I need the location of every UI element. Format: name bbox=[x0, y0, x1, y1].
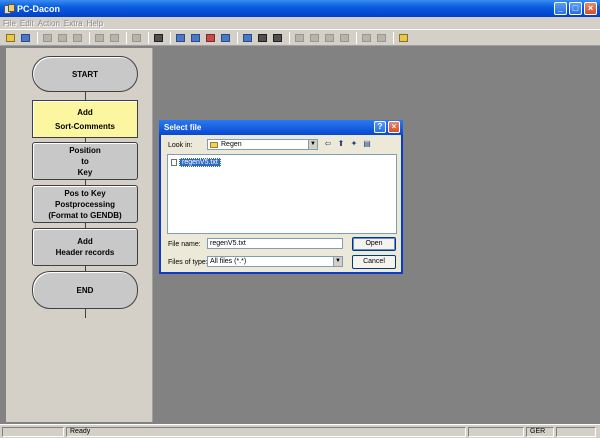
list-d-icon[interactable] bbox=[338, 32, 351, 44]
file-type-label: Files of type: bbox=[168, 259, 208, 266]
folder-icon bbox=[210, 141, 218, 148]
maximize-button[interactable]: □ bbox=[569, 2, 582, 15]
align-center-icon[interactable] bbox=[256, 32, 269, 44]
flow-step-4-icon[interactable] bbox=[219, 32, 232, 44]
chevron-down-icon[interactable]: ▼ bbox=[333, 257, 342, 266]
file-type-dropdown[interactable]: All files (*.*) ▼ bbox=[207, 256, 343, 267]
close-button[interactable]: × bbox=[584, 2, 597, 15]
flow-panel: START Add Sort-Comments Position to Key … bbox=[6, 48, 153, 422]
cancel-button[interactable]: Cancel bbox=[352, 255, 396, 269]
redo-icon[interactable] bbox=[108, 32, 121, 44]
app-icon bbox=[3, 3, 15, 14]
chevron-down-icon[interactable]: ▼ bbox=[308, 140, 317, 149]
flow-step-2-icon[interactable] bbox=[189, 32, 202, 44]
look-in-dropdown[interactable]: Regen ▼ bbox=[207, 139, 318, 150]
paste-icon[interactable] bbox=[71, 32, 84, 44]
copy-icon[interactable] bbox=[56, 32, 69, 44]
menu-help[interactable]: Help bbox=[87, 19, 103, 28]
window-title: PC-Dacon bbox=[17, 3, 61, 14]
menu-bar: File Edit Action Extra Help bbox=[0, 17, 600, 29]
view-menu-icon[interactable]: ▤ bbox=[362, 139, 372, 149]
list-b-icon[interactable] bbox=[308, 32, 321, 44]
edit-icon[interactable] bbox=[360, 32, 373, 44]
open-button[interactable]: Open bbox=[352, 237, 396, 251]
select-file-dialog: Select file ? × Look in: Regen ▼ ⇦ ⬆ ✦ ▤… bbox=[159, 120, 403, 274]
menu-action[interactable]: Action bbox=[38, 19, 60, 28]
status-cell-extra bbox=[556, 427, 596, 437]
flow-step-add-sort-comments[interactable]: Add Sort-Comments bbox=[32, 100, 138, 138]
file-name-label: File name: bbox=[168, 241, 201, 248]
title-bar: PC-Dacon _ □ × bbox=[0, 0, 600, 17]
status-message: Ready bbox=[66, 427, 466, 437]
up-folder-icon[interactable]: ⬆ bbox=[336, 139, 346, 149]
flow-step-pos-to-key-postprocessing[interactable]: Pos to Key Postprocessing (Format to GEN… bbox=[32, 185, 138, 223]
toolbar bbox=[0, 29, 600, 46]
flow-step-add-header-records[interactable]: Add Header records bbox=[32, 228, 138, 266]
dialog-close-button[interactable]: × bbox=[388, 121, 400, 133]
list-item[interactable]: regenV5.txt bbox=[171, 158, 221, 167]
text-file-icon bbox=[171, 159, 177, 166]
new-folder-icon[interactable]: ✦ bbox=[349, 139, 359, 149]
minimize-button[interactable]: _ bbox=[554, 2, 567, 15]
status-cell-blank bbox=[468, 427, 524, 437]
list-c-icon[interactable] bbox=[323, 32, 336, 44]
status-cell-empty bbox=[2, 427, 64, 437]
menu-file[interactable]: File bbox=[3, 19, 16, 28]
dialog-help-button[interactable]: ? bbox=[374, 121, 386, 133]
tools-icon[interactable] bbox=[152, 32, 165, 44]
list-a-icon[interactable] bbox=[293, 32, 306, 44]
menu-edit[interactable]: Edit bbox=[20, 19, 34, 28]
flow-step-1-icon[interactable] bbox=[174, 32, 187, 44]
status-language: GER bbox=[526, 427, 554, 437]
undo-icon[interactable] bbox=[93, 32, 106, 44]
file-list[interactable]: regenV5.txt bbox=[167, 154, 397, 234]
flow-start-node[interactable]: START bbox=[32, 56, 138, 92]
dialog-title: Select file ? × bbox=[159, 120, 403, 135]
back-arrow-icon[interactable]: ⇦ bbox=[323, 139, 333, 149]
look-in-label: Look in: bbox=[168, 142, 193, 149]
flow-step-position-to-key[interactable]: Position to Key bbox=[32, 142, 138, 180]
print-icon[interactable] bbox=[130, 32, 143, 44]
status-bar: Ready GER bbox=[0, 424, 600, 438]
align-right-icon[interactable] bbox=[271, 32, 284, 44]
open-folder-icon[interactable] bbox=[4, 32, 17, 44]
flow-step-3-icon[interactable] bbox=[204, 32, 217, 44]
align-left-icon[interactable] bbox=[241, 32, 254, 44]
help-icon[interactable] bbox=[397, 32, 410, 44]
settings-icon[interactable] bbox=[375, 32, 388, 44]
save-icon[interactable] bbox=[19, 32, 32, 44]
file-name-input[interactable]: regenV5.txt bbox=[207, 238, 343, 249]
menu-extra[interactable]: Extra bbox=[64, 19, 83, 28]
flow-end-node[interactable]: END bbox=[32, 271, 138, 309]
cut-icon[interactable] bbox=[41, 32, 54, 44]
